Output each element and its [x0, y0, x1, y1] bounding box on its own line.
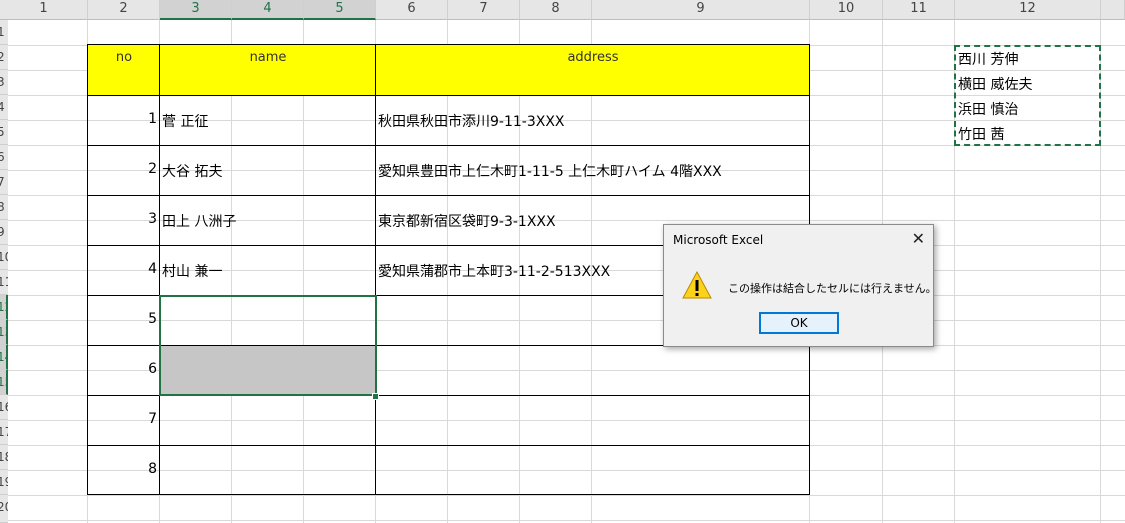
row-header-14[interactable]: 14 — [0, 345, 8, 370]
cell-address[interactable]: 秋田県秋田市添川9-11-3XXX — [378, 111, 565, 131]
table-border — [87, 95, 810, 96]
column-header-11[interactable]: 11 — [883, 0, 955, 20]
table-border — [159, 44, 160, 495]
table-border — [87, 145, 810, 146]
cell-no[interactable]: 3 — [88, 211, 157, 227]
row-header-4[interactable]: 4 — [0, 95, 8, 120]
cell-name[interactable]: 大谷 拓夫 — [162, 161, 222, 181]
table-border — [87, 44, 810, 45]
fill-handle[interactable] — [372, 393, 379, 400]
cell-no[interactable]: 7 — [88, 411, 157, 427]
column-header-5[interactable]: 5 — [304, 0, 376, 20]
grid-h — [8, 470, 1125, 471]
cell-no[interactable]: 5 — [88, 311, 157, 327]
row-header-17[interactable]: 17 — [0, 420, 8, 445]
table-border — [375, 44, 376, 495]
error-dialog: Microsoft Excel ✕ この操作は結合したセルには行えません。 OK — [663, 224, 937, 347]
row-header-5[interactable]: 5 — [0, 120, 8, 145]
row-header-15[interactable]: 15 — [0, 370, 8, 395]
row-header-11[interactable]: 11 — [0, 270, 8, 295]
close-icon[interactable]: ✕ — [912, 229, 925, 248]
cell-address[interactable]: 愛知県蒲郡市上本町3-11-2-513XXX — [378, 261, 610, 281]
cell-no[interactable]: 1 — [88, 111, 157, 127]
column-header-6[interactable]: 6 — [376, 0, 448, 20]
grid-h — [8, 420, 1125, 421]
copied-name[interactable]: 横田 威佐夫 — [958, 74, 1032, 94]
copied-name[interactable]: 竹田 茜 — [958, 124, 1004, 144]
row-header-3[interactable]: 3 — [0, 70, 8, 95]
row-header-7[interactable]: 7 — [0, 170, 8, 195]
cell-no[interactable]: 4 — [88, 261, 157, 277]
header-address[interactable]: address — [376, 50, 810, 65]
cell-no[interactable]: 2 — [88, 161, 157, 177]
table-border — [87, 494, 810, 495]
selection-outline — [159, 295, 377, 396]
column-header-8[interactable]: 8 — [520, 0, 592, 20]
row-header-2[interactable]: 2 — [0, 45, 8, 70]
cell-no[interactable]: 6 — [88, 361, 157, 377]
column-header-10[interactable]: 10 — [810, 0, 883, 20]
row-header-10[interactable]: 10 — [0, 245, 8, 270]
cell-address[interactable]: 東京都新宿区袋町9-3-1XXX — [378, 211, 556, 231]
cell-address[interactable]: 愛知県豊田市上仁木町1-11-5 上仁木町ハイム 4階XXX — [378, 161, 722, 181]
row-header-18[interactable]: 18 — [0, 445, 8, 470]
column-header-12[interactable]: 12 — [955, 0, 1101, 20]
row-header-20[interactable]: 20 — [0, 495, 8, 523]
cell-name[interactable]: 田上 八洲子 — [162, 211, 236, 231]
copied-name[interactable]: 浜田 慎治 — [958, 99, 1018, 119]
dialog-message: この操作は結合したセルには行えません。 — [728, 282, 937, 295]
row-header-1[interactable]: 1 — [0, 20, 8, 45]
dialog-title: Microsoft Excel — [673, 233, 764, 247]
row-header-8[interactable]: 8 — [0, 195, 8, 220]
row-header-16[interactable]: 16 — [0, 395, 8, 420]
column-header-filler — [1101, 0, 1125, 20]
cell-no[interactable]: 8 — [88, 461, 157, 477]
column-header-3[interactable]: 3 — [160, 0, 232, 20]
cell-name[interactable]: 村山 兼一 — [162, 261, 222, 281]
row-header-6[interactable]: 6 — [0, 145, 8, 170]
column-header-4[interactable]: 4 — [232, 0, 304, 20]
table-border — [87, 195, 810, 196]
copied-name[interactable]: 西川 芳伸 — [958, 49, 1018, 69]
row-header-9[interactable]: 9 — [0, 220, 8, 245]
column-header-1[interactable]: 1 — [0, 0, 88, 20]
cell-name[interactable]: 菅 正征 — [162, 111, 208, 131]
column-header-9[interactable]: 9 — [592, 0, 810, 20]
row-header-13[interactable]: 13 — [0, 320, 8, 345]
warning-icon — [682, 271, 712, 299]
grid-h — [8, 520, 1125, 521]
column-header-7[interactable]: 7 — [448, 0, 520, 20]
row-header-19[interactable]: 19 — [0, 470, 8, 495]
table-border — [87, 445, 810, 446]
row-header-12[interactable]: 12 — [0, 295, 8, 320]
column-header-2[interactable]: 2 — [88, 0, 160, 20]
header-no[interactable]: no — [88, 50, 160, 65]
header-name[interactable]: name — [160, 50, 376, 65]
ok-button[interactable]: OK — [759, 312, 839, 334]
grid-h — [8, 495, 1125, 496]
